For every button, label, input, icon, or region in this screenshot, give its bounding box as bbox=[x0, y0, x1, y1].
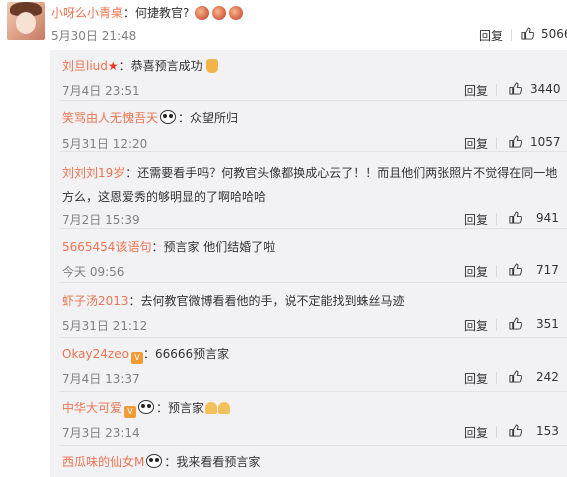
like-count: 941 bbox=[536, 211, 559, 225]
list-item: 刘刘刘19岁：还需要看手吗？何教官头像都换成心云了！！而且他们两张照片不觉得在同… bbox=[50, 152, 567, 229]
panda-emoji-icon bbox=[146, 454, 163, 468]
reply-button[interactable]: 回复 bbox=[464, 82, 488, 99]
divider bbox=[496, 137, 497, 149]
panda-emoji-icon bbox=[160, 110, 177, 124]
thumbs-up-icon[interactable] bbox=[509, 211, 522, 224]
username-link[interactable]: Okay24zeo bbox=[62, 347, 129, 361]
reply-button[interactable]: 回复 bbox=[464, 370, 488, 387]
username-link[interactable]: 刘旦liud bbox=[62, 59, 108, 73]
divider bbox=[496, 319, 497, 331]
reply-time: 7月3日 23:14 bbox=[62, 426, 140, 440]
reply-list: 刘旦liud★：恭喜预言成功 7月4日 23:51 回复 3440 笑骂由人无愧… bbox=[50, 50, 567, 477]
reply-text: ：还需要看手吗？何教官头像都换成心云了！！而且他们两张照片不觉得在同一地方么，这… bbox=[62, 166, 558, 204]
reply-text: ：66666预言家 bbox=[142, 347, 230, 361]
pray-emoji-icon bbox=[218, 402, 231, 414]
like-count: 1057 bbox=[530, 135, 561, 149]
divider bbox=[496, 84, 497, 96]
reply-button[interactable]: 回复 bbox=[464, 211, 488, 228]
reply-time: 7月4日 23:51 bbox=[62, 84, 140, 98]
reply-time: 5月31日 21:12 bbox=[62, 319, 148, 333]
reply-text: ：我来看看预言家 bbox=[164, 455, 261, 469]
username-link[interactable]: 西瓜味的仙女M bbox=[62, 455, 144, 469]
reply-button[interactable]: 回复 bbox=[464, 317, 488, 334]
divider bbox=[496, 265, 497, 277]
thumbs-up-icon[interactable] bbox=[509, 424, 522, 437]
thumbs-up-icon[interactable] bbox=[509, 135, 522, 148]
reply-text: ：众望所归 bbox=[178, 111, 239, 125]
like-count: 242 bbox=[536, 370, 559, 384]
like-count: 153 bbox=[536, 424, 559, 438]
like-count: 3440 bbox=[530, 82, 561, 96]
thumbs-up-icon[interactable] bbox=[521, 27, 534, 40]
thumbs-up-emoji-icon bbox=[205, 59, 218, 73]
pig-emoji-icon bbox=[195, 6, 210, 20]
pig-emoji-icon bbox=[229, 6, 244, 20]
reply-text: ：恭喜预言成功 bbox=[118, 59, 203, 73]
username-link[interactable]: 5665454该语句 bbox=[62, 240, 151, 254]
reply-button[interactable]: 回复 bbox=[479, 27, 503, 44]
list-item: 5665454该语句：预言家 他们结婚了啦 今天 09:56 回复 717 bbox=[50, 229, 567, 283]
reply-time: 今天 09:56 bbox=[62, 265, 125, 279]
username-link[interactable]: 笑骂由人无愧吾天 bbox=[62, 111, 158, 125]
reply-text: ：去何教官微博看看他的手，说不定能找到蛛丝马迹 bbox=[128, 294, 405, 308]
thumbs-up-icon[interactable] bbox=[509, 263, 522, 276]
reply-text: ：预言家 他们结婚了啦 bbox=[151, 240, 276, 254]
comment-time: 5月30日 21:48 bbox=[51, 29, 137, 43]
emoji-group bbox=[195, 6, 246, 23]
panda-emoji-icon bbox=[138, 400, 155, 414]
like-count: 717 bbox=[536, 263, 559, 277]
divider bbox=[496, 372, 497, 384]
divider bbox=[511, 29, 512, 41]
username-link[interactable]: 小呀么小青桌 bbox=[51, 6, 123, 20]
reply-button[interactable]: 回复 bbox=[464, 135, 488, 152]
list-item: 虾子汤2013：去何教官微博看看他的手，说不定能找到蛛丝马迹 5月31日 21:… bbox=[50, 283, 567, 338]
list-item: Okay24zeo V ：66666预言家 7月4日 13:37 回复 242 bbox=[50, 338, 567, 392]
list-item: 笑骂由人无愧吾天 ：众望所归 5月31日 12:20 回复 1057 bbox=[50, 101, 567, 152]
pig-emoji-icon bbox=[212, 6, 227, 20]
vip-badge-icon: V bbox=[124, 406, 137, 418]
thumbs-up-icon[interactable] bbox=[509, 370, 522, 383]
divider bbox=[496, 426, 497, 438]
vip-badge-icon: V bbox=[130, 352, 143, 364]
thumbs-up-icon[interactable] bbox=[509, 82, 522, 95]
username-link[interactable]: 刘刘刘19岁 bbox=[62, 166, 125, 180]
star-badge-icon: ★ bbox=[107, 59, 119, 73]
avatar[interactable] bbox=[7, 2, 45, 40]
username-link[interactable]: 中华大可爱 bbox=[62, 401, 122, 415]
reply-time: 7月4日 13:37 bbox=[62, 372, 140, 386]
username-link[interactable]: 虾子汤2013 bbox=[62, 294, 129, 308]
reply-time: 5月31日 12:20 bbox=[62, 137, 148, 151]
reply-button[interactable]: 回复 bbox=[464, 424, 488, 441]
like-count: 5066 bbox=[541, 27, 567, 41]
reply-button[interactable]: 回复 bbox=[464, 263, 488, 280]
list-item: 西瓜味的仙女M ：我来看看预言家 bbox=[50, 446, 567, 477]
thumbs-up-icon[interactable] bbox=[509, 317, 522, 330]
reply-text: ：预言家 bbox=[156, 401, 205, 415]
list-item: 刘旦liud★：恭喜预言成功 7月4日 23:51 回复 3440 bbox=[50, 50, 567, 101]
like-count: 351 bbox=[536, 317, 559, 331]
divider bbox=[496, 213, 497, 225]
comment-text: ：何捷教官? bbox=[123, 6, 190, 20]
list-item: 中华大可爱 V ：预言家 7月3日 23:14 回复 153 bbox=[50, 392, 567, 446]
comment-line: 小呀么小青桌：何捷教官? bbox=[51, 4, 246, 23]
pray-emoji-icon bbox=[205, 402, 218, 414]
main-comment: 小呀么小青桌：何捷教官? 5月30日 21:48 回复 5066 bbox=[0, 0, 567, 50]
reply-time: 7月2日 15:39 bbox=[62, 213, 140, 227]
